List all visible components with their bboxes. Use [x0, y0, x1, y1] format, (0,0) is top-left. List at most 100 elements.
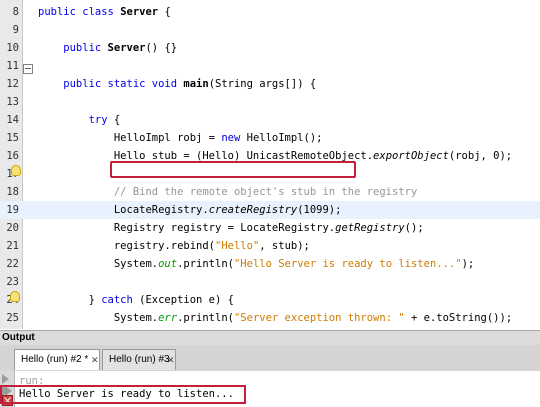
code-line[interactable]: 10 public Server() {}: [0, 39, 540, 57]
code-line[interactable]: 12 public static void main(String args[]…: [0, 75, 540, 93]
line-number: 15: [6, 132, 19, 144]
line-number: 8: [12, 6, 19, 18]
line-number: 26: [0, 327, 19, 329]
code-line[interactable]: 15 HelloImpl robj = new HelloImpl();: [0, 129, 540, 147]
code-text: try {: [38, 111, 121, 129]
code-token: HelloImpl robj =: [38, 132, 222, 144]
code-token: public class: [38, 6, 121, 18]
code-token: (String args[]) {: [208, 78, 317, 90]
rerun-icon[interactable]: [2, 374, 9, 384]
code-line[interactable]: 14 try {: [0, 111, 540, 129]
line-number: 9: [12, 24, 19, 36]
tab-hello-run-3[interactable]: Hello (run) #3 ✕: [102, 349, 176, 370]
tab-label: Hello (run) #2 *: [21, 354, 89, 365]
code-token: ();: [404, 222, 424, 234]
code-text: System.out.println("Hello Server is read…: [38, 255, 474, 273]
code-text: // Bind the remote object's stub in the …: [38, 183, 417, 201]
code-line[interactable]: 21 registry.rebind("Hello", stub);: [0, 237, 540, 255]
code-token: System.: [38, 312, 159, 324]
code-token: HelloImpl();: [240, 132, 323, 144]
line-number: 20: [6, 222, 19, 234]
code-token: Registry registry = LocateRegistry.: [38, 222, 336, 234]
code-line[interactable]: 24 } catch (Exception e) {: [0, 291, 540, 309]
code-token: getRegistry: [335, 222, 405, 234]
lightbulb-hint-icon[interactable]: [11, 165, 21, 176]
code-line[interactable]: 19 LocateRegistry.createRegistry(1099);: [0, 201, 540, 219]
code-token: , stub);: [259, 240, 310, 252]
fold-collapse-icon[interactable]: [23, 64, 33, 74]
code-token: + e.toString());: [404, 312, 513, 324]
code-text: public static void main(String args[]) {: [38, 75, 316, 93]
code-line[interactable]: 18 // Bind the remote object's stub in t…: [0, 183, 540, 201]
line-number: 13: [6, 96, 19, 108]
line-number: 22: [6, 258, 19, 270]
code-line[interactable]: 26 e.printStackTrace();: [0, 327, 540, 329]
code-token: .println(: [177, 258, 234, 270]
code-line[interactable]: 22 System.out.println("Hello Server is r…: [0, 255, 540, 273]
code-text: LocateRegistry.createRegistry(1099);: [38, 201, 342, 219]
code-text: public Server() {}: [38, 39, 177, 57]
code-text: e.printStackTrace();: [38, 327, 240, 329]
code-token: public static void: [38, 78, 184, 90]
code-token: () {}: [145, 42, 178, 54]
code-text: registry.rebind("Hello", stub);: [38, 237, 310, 255]
code-token: err: [158, 312, 178, 324]
code-line[interactable]: 20 Registry registry = LocateRegistry.ge…: [0, 219, 540, 237]
line-number: 18: [6, 186, 19, 198]
code-token: }: [38, 294, 102, 306]
code-token: {: [158, 6, 171, 18]
line-number: 21: [6, 240, 19, 252]
code-token: "Hello Server is ready to listen...": [233, 258, 462, 270]
code-text: HelloImpl robj = new HelloImpl();: [38, 129, 323, 147]
code-line[interactable]: 9: [0, 21, 540, 39]
code-token: new: [221, 132, 241, 144]
code-token: public: [38, 42, 108, 54]
code-token: createRegistry: [208, 204, 298, 216]
code-line[interactable]: 8 public class Server {: [0, 3, 540, 21]
code-line[interactable]: 23: [0, 273, 540, 291]
code-line[interactable]: 13: [0, 93, 540, 111]
code-token: out: [158, 258, 178, 270]
line-number: 12: [6, 78, 19, 90]
code-token: LocateRegistry.: [38, 204, 209, 216]
code-token: Server: [107, 42, 146, 54]
code-token: "Server exception thrown: ": [233, 312, 405, 324]
code-token: main: [183, 78, 209, 90]
line-number: 11: [6, 60, 19, 72]
lightbulb-hint-icon[interactable]: [10, 291, 20, 302]
close-tab-icon[interactable]: ✕: [91, 350, 99, 370]
code-text: } catch (Exception e) {: [38, 291, 234, 309]
code-text: Registry registry = LocateRegistry.getRe…: [38, 219, 424, 237]
code-text: public class Server {: [38, 3, 171, 21]
close-tab-icon[interactable]: ✕: [167, 350, 175, 370]
code-text: System.err.println("Server exception thr…: [38, 309, 512, 327]
line-number: 19: [6, 204, 19, 216]
code-line[interactable]: 25 System.err.println("Server exception …: [0, 309, 540, 327]
code-token: catch: [101, 294, 133, 306]
code-token: );: [461, 258, 475, 270]
code-token: (Exception e) {: [132, 294, 234, 306]
code-token: exportObject: [373, 150, 449, 162]
line-number: 14: [6, 114, 19, 126]
tab-hello-run-2[interactable]: Hello (run) #2 * ✕: [14, 349, 100, 370]
output-panel-title: Output: [2, 332, 35, 343]
tab-label: Hello (run) #3: [109, 354, 170, 365]
line-number: 23: [6, 276, 19, 288]
output-tab-bar: Hello (run) #2 * ✕ Hello (run) #3 ✕: [0, 345, 540, 372]
output-panel-header: Output: [0, 330, 540, 345]
code-token: {: [107, 114, 121, 126]
code-token: System.: [38, 258, 159, 270]
annotation-highlight-box: [110, 161, 356, 178]
code-editor[interactable]: 8 public class Server {9 10 public Server(…: [0, 0, 540, 329]
line-number: 10: [6, 42, 19, 54]
line-number: 16: [6, 150, 19, 162]
annotation-highlight-box: [0, 385, 246, 404]
code-token: registry.rebind(: [38, 240, 216, 252]
code-token: .println(: [177, 312, 234, 324]
line-number: 25: [6, 312, 19, 324]
code-token: // Bind the remote object's stub in the …: [38, 186, 418, 198]
code-token: "Hello": [215, 240, 260, 252]
code-line[interactable]: 11: [0, 57, 540, 75]
code-token: try: [38, 114, 108, 126]
code-token: (1099);: [297, 204, 342, 216]
